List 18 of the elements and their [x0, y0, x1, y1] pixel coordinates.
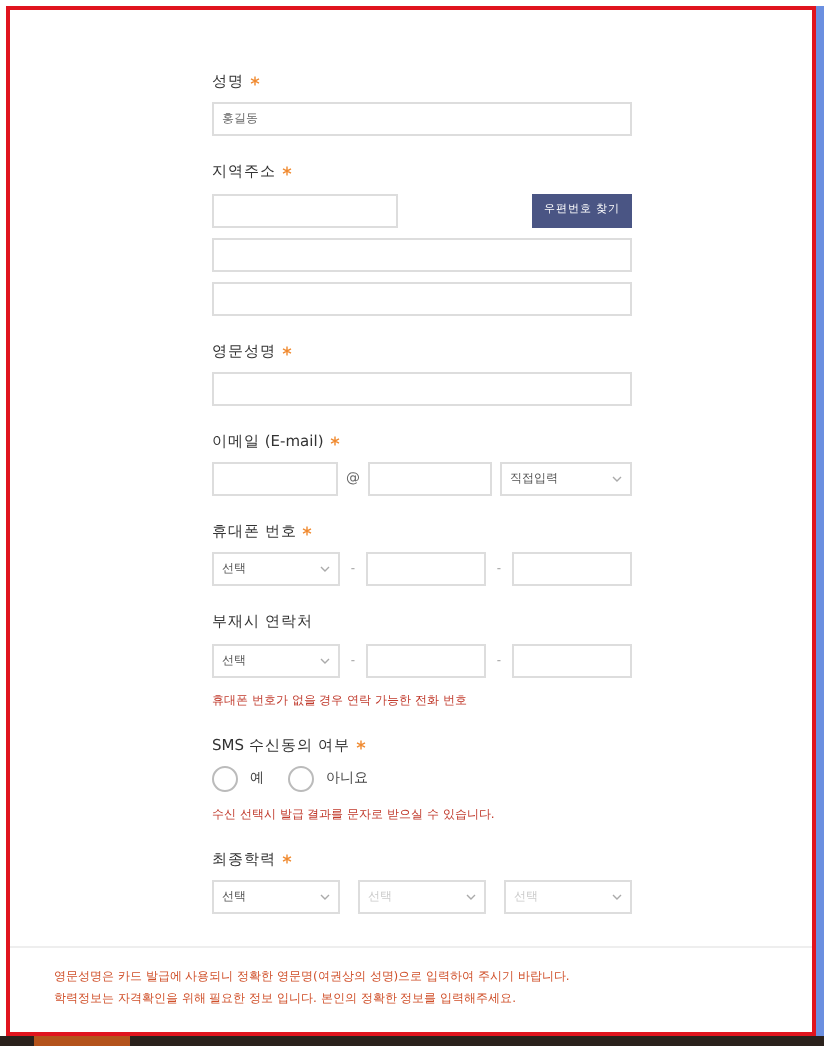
input-field[interactable]	[212, 281, 632, 315]
caret-icon	[320, 657, 330, 663]
caret-icon	[612, 476, 622, 482]
caret-icon	[612, 894, 622, 900]
caret-icon	[320, 566, 330, 573]
caret-icon	[320, 894, 330, 900]
input-field[interactable]	[212, 193, 398, 227]
input-field[interactable]	[212, 462, 338, 496]
input-field[interactable]	[212, 371, 632, 406]
input-field[interactable]	[365, 643, 486, 677]
input-field[interactable]	[511, 643, 632, 677]
radio-button[interactable]	[288, 765, 314, 792]
input-field[interactable]	[212, 237, 632, 271]
input-field[interactable]	[365, 552, 486, 587]
radio-button[interactable]	[212, 765, 238, 792]
input-field[interactable]	[368, 462, 492, 496]
input-field[interactable]	[511, 552, 632, 587]
caret-icon	[466, 894, 476, 900]
